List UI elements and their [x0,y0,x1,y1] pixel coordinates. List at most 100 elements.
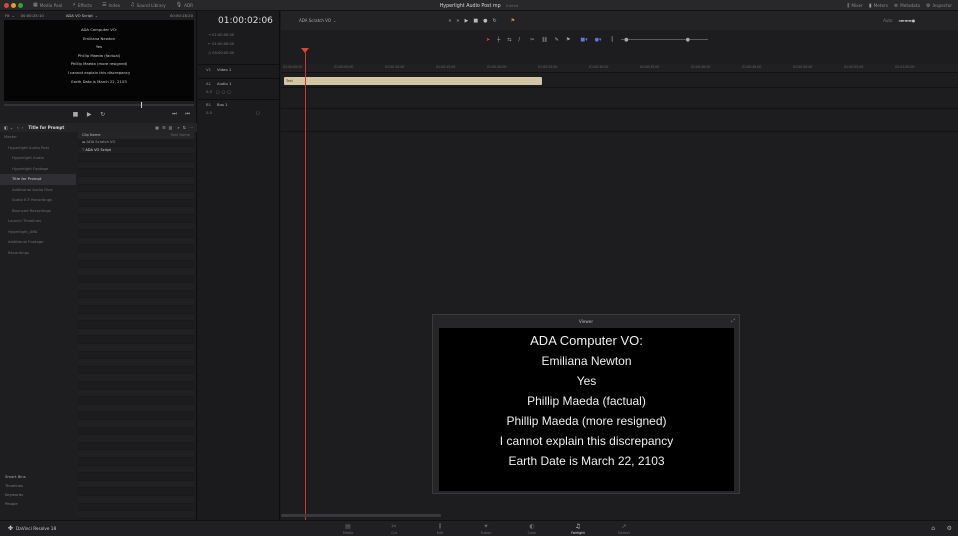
zoom-select[interactable]: Fit [5,13,9,18]
bin-item[interactable]: Launch Timelines [0,216,76,227]
track-header-a1[interactable]: A1 Audio 1 0.0 ▢ ▢ ▢ [198,78,279,99]
bin-item[interactable]: Hyperlight Footage [0,164,76,175]
chevron-down-icon[interactable]: ⌄ [95,13,98,18]
toolbar-item-sound-library[interactable]: ♫ Sound Library [130,2,166,8]
playhead[interactable] [305,51,306,523]
mark-out-icon[interactable]: ⏮ [185,111,190,117]
bin-item[interactable]: Master [0,132,76,143]
close-window-button[interactable] [4,2,9,8]
timeline-scrollbar[interactable] [281,514,958,517]
bin-item[interactable]: Hyperlight Audio [0,153,76,164]
mute-icon[interactable]: ▢ [227,89,231,94]
scrollbar-thumb[interactable] [281,514,441,517]
sort-icon[interactable]: ⇅ [183,125,186,130]
scrubber-handle[interactable] [141,102,142,108]
toolbar-item-mixer[interactable]: ⫼ Mixer [847,3,863,9]
chevron-down-icon[interactable]: ⌄ [11,13,14,18]
stop-icon[interactable]: ■ [73,111,79,118]
smart-bin-item[interactable]: Timelines [0,481,76,490]
flag-icon[interactable]: ⚑ [566,37,570,43]
audio-lane[interactable] [281,88,958,109]
floating-viewer[interactable]: Viewer ⤢ ADA Computer VO: Emiliana Newton… [432,314,740,494]
track-name[interactable]: Audio 1 [217,81,231,86]
timeline-name-select[interactable]: ADA Scratch VO [299,18,331,23]
toolbar-item-metadata[interactable]: ≡ Metadata [894,3,920,9]
page-tab-edit[interactable]: ⫼ Edit [426,523,454,535]
track-name[interactable]: Video 1 [217,67,231,72]
forward-arrow-icon[interactable]: › [22,125,24,130]
stop-icon[interactable]: ■ [473,18,478,24]
link-icon[interactable]: ⛓ [541,37,547,43]
range-tool-icon[interactable]: ┼ [497,37,500,43]
razor-tool-icon[interactable]: / [518,37,520,43]
arm-icon[interactable]: ▢ [216,89,220,94]
toolbar-item-media-pool[interactable]: ▦ Media Pool [33,2,62,8]
timeline-clip[interactable]: Text [284,77,542,85]
play-icon[interactable]: ▶ [464,18,468,24]
bin-item[interactable]: Recordings [0,248,76,259]
record-icon[interactable]: ● [483,18,487,24]
bin-item[interactable]: Hyperlight Audio Post [0,143,76,154]
toolbar-item-meters[interactable]: ▮ Meters [869,3,888,9]
output-select[interactable]: Auto [883,18,892,23]
snap-icon[interactable]: ✂ [530,37,534,43]
clip-name-column[interactable]: Clip Name [82,132,101,139]
chevron-down-icon[interactable]: ⌄ [10,125,13,130]
clip-row[interactable]: T ADA VO Script [78,146,194,155]
sidebar-toggle-icon[interactable]: ◧ [4,125,8,130]
fast-forward-icon[interactable]: » [456,18,459,24]
track-header-b1[interactable]: B1 Bus 1 0.0 ▢ [198,99,279,122]
page-tab-deliver[interactable]: ➚ Deliver [610,523,638,535]
bin-item[interactable]: Title for Prompt [0,174,76,185]
zoom-slider[interactable]: ─●───────────────────●────── [621,37,708,43]
bus-lane[interactable] [281,109,958,132]
page-tab-fairlight[interactable]: ♫ Fairlight [564,523,592,535]
mark-in-icon[interactable]: ⏭ [172,111,177,117]
toolbar-item-index[interactable]: ☰ Index [102,2,120,8]
clip-row[interactable]: ▬ ADA Scratch VO [78,139,194,147]
page-tab-color[interactable]: ◐ Color [518,523,546,535]
rewind-icon[interactable]: « [448,18,451,24]
marker-color-icon[interactable]: ■▾ [580,37,587,43]
mute-icon[interactable]: ▢ [256,110,260,115]
page-tab-fusion[interactable]: ✦ Fusion [472,523,500,535]
track-header-v1[interactable]: V1 Video 1 [198,64,279,78]
smart-bin-item[interactable]: Keywords [0,490,76,499]
bin-item[interactable]: Bounced Recordings [0,206,76,217]
thumbnail-view-icon[interactable]: ▦ [155,125,159,130]
settings-gear-icon[interactable]: ⚙ [947,525,952,532]
loop-icon[interactable]: ↻ [492,18,496,24]
loop-icon[interactable]: ↻ [100,111,105,118]
source-viewer[interactable]: ADA Computer VO: Emiliana Newton Yes Philli… [4,20,194,101]
toolbar-item-inspector[interactable]: ⚙ Inspector [926,3,952,9]
bin-item[interactable]: Additional Footage [0,237,76,248]
home-icon[interactable]: ⌂ [931,525,935,532]
solo-icon[interactable]: ▢ [222,89,226,94]
viewer-expand-icon[interactable]: ⤢ [731,318,735,324]
bin-item[interactable]: Additional Audio Files [0,185,76,196]
grid-view-icon[interactable]: ▥ [169,125,173,130]
search-icon[interactable]: ⌕ [177,125,179,130]
play-icon[interactable]: ▶ [87,111,92,118]
zoom-window-button[interactable] [18,2,23,8]
page-tab-cut[interactable]: ✂ Cut [380,523,408,535]
slip-tool-icon[interactable]: ⇆ [507,37,511,43]
toolbar-item-effects[interactable]: ⚡ Effects [72,2,92,8]
page-tab-media[interactable]: ▤ Media [334,523,362,535]
chevron-down-icon[interactable]: ⌄ [333,18,336,23]
bin-item[interactable]: Audio ICF Recordings [0,195,76,206]
back-arrow-icon[interactable]: ‹ [17,125,19,130]
minimize-window-button[interactable] [11,2,16,8]
source-scrubber[interactable] [4,102,194,108]
master-fader-icon[interactable]: ◂▬▬▬● [898,18,915,23]
reel-name-column[interactable]: Reel Name [170,132,190,139]
smart-bin-item[interactable]: People [0,499,76,508]
toolbar-item-adr[interactable]: 🎙 ADR [176,2,193,8]
automation-icon[interactable]: ⚑ [511,18,515,24]
source-clip-name[interactable]: ADA VO Script [66,13,93,18]
track-name[interactable]: Bus 1 [217,102,228,107]
pen-icon[interactable]: ✎ [555,37,559,43]
zoom-icon[interactable]: ⫿ [611,37,613,43]
timeline-ruler[interactable]: 01:00:00:00 01:00:05:00 01:00:10:00 01:00:1… [281,64,958,73]
pointer-tool-icon[interactable]: ➤ [486,37,490,43]
